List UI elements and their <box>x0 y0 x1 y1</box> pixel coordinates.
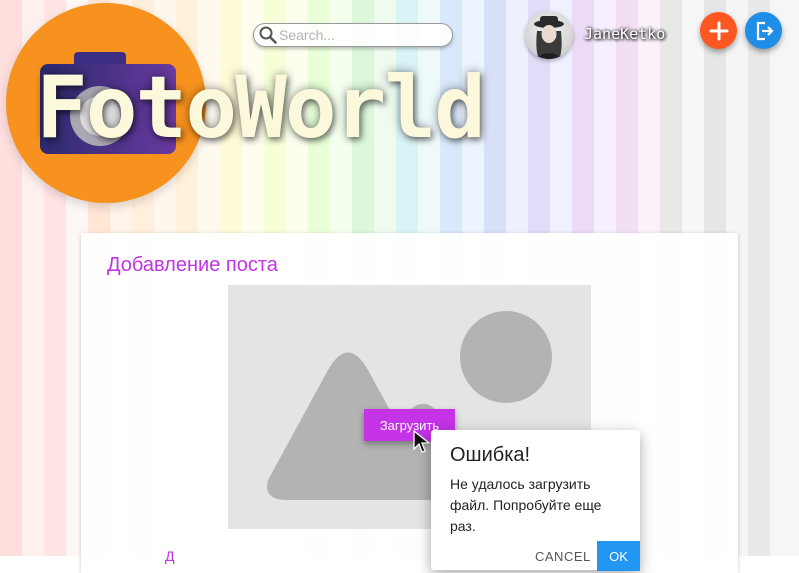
partial-label: Д <box>165 548 175 564</box>
logout-button[interactable] <box>745 12 782 49</box>
logout-icon <box>756 21 774 40</box>
search-icon <box>259 26 277 44</box>
app-logo-text[interactable]: FotoWorld <box>36 58 486 158</box>
card-title: Добавление поста <box>107 254 278 276</box>
dialog-title: Ошибка! <box>450 444 531 466</box>
mouse-cursor-icon <box>413 430 431 453</box>
search-input[interactable] <box>279 26 447 44</box>
error-dialog: Ошибка! Не удалось загрузить файл. Попро… <box>431 430 640 571</box>
dialog-message: Не удалось загрузить файл. Попробуйте ещ… <box>450 476 602 534</box>
add-post-button[interactable] <box>700 12 737 49</box>
ok-button[interactable]: OK <box>597 541 640 571</box>
plus-icon <box>709 21 728 40</box>
cancel-button[interactable]: CANCEL <box>535 549 591 564</box>
user-avatar[interactable] <box>525 11 573 59</box>
user-photo-icon <box>534 16 564 59</box>
search-bar[interactable] <box>253 23 453 47</box>
username-label[interactable]: JaneKetko <box>584 25 665 43</box>
